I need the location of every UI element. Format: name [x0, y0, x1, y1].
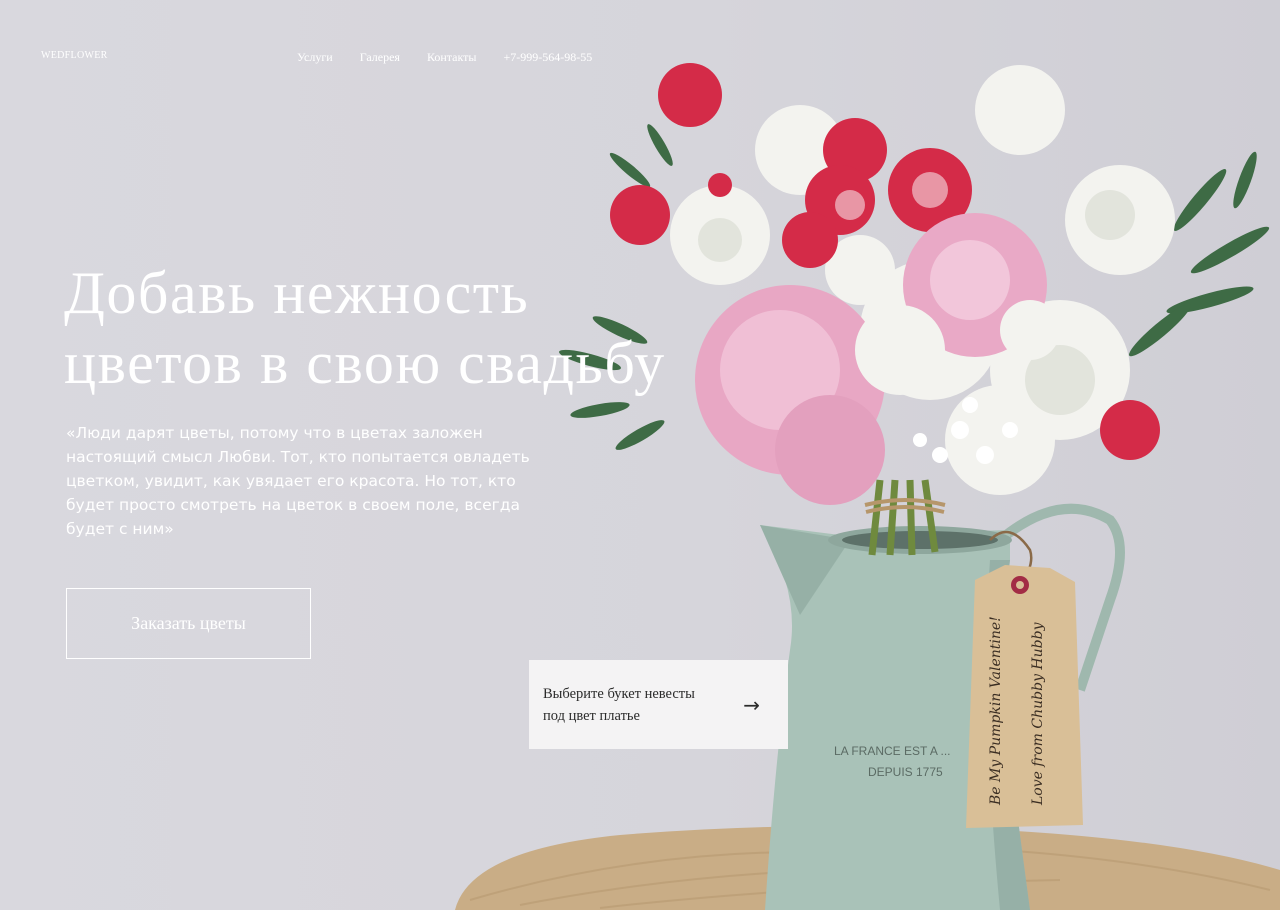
vase-text-line2: DEPUIS 1775	[868, 765, 943, 779]
hero-title: Добавь нежность цветов в свою свадьбу	[64, 258, 704, 398]
nav-item-phone[interactable]: +7-999-564-98-55	[503, 50, 592, 65]
card-text: Выберите букет невесты под цвет платье	[543, 683, 733, 727]
gift-tag	[966, 565, 1083, 828]
logo[interactable]: WEDFLOWER	[41, 50, 108, 61]
hero-title-line2: цветов в свою свадьбу	[64, 330, 666, 396]
nav-item-contacts[interactable]: Контакты	[427, 50, 477, 65]
nav-item-gallery[interactable]: Галерея	[360, 50, 400, 65]
vase-text-line1: LA FRANCE EST A ...	[834, 744, 951, 758]
arrow-right-icon[interactable]: →	[743, 693, 760, 717]
hero-quote: «Люди дарят цветы, потому что в цветах з…	[66, 424, 530, 538]
card-text-line1: Выберите букет невесты	[543, 685, 695, 702]
order-flowers-button[interactable]: Заказать цветы	[66, 588, 311, 659]
card-text-line2: под цвет платье	[543, 707, 640, 724]
bridal-bouquet-card[interactable]: Выберите букет невесты под цвет платье →	[529, 660, 788, 749]
main-nav: Услуги Галерея Контакты +7-999-564-98-55	[297, 50, 592, 65]
hero-title-line1: Добавь нежность	[64, 260, 530, 326]
tag-text-line1: Be My Pumpkin Valentine!	[988, 616, 1004, 806]
nav-item-services[interactable]: Услуги	[297, 50, 333, 65]
tag-text-line2: Love from Chubby Hubby	[1030, 621, 1046, 806]
